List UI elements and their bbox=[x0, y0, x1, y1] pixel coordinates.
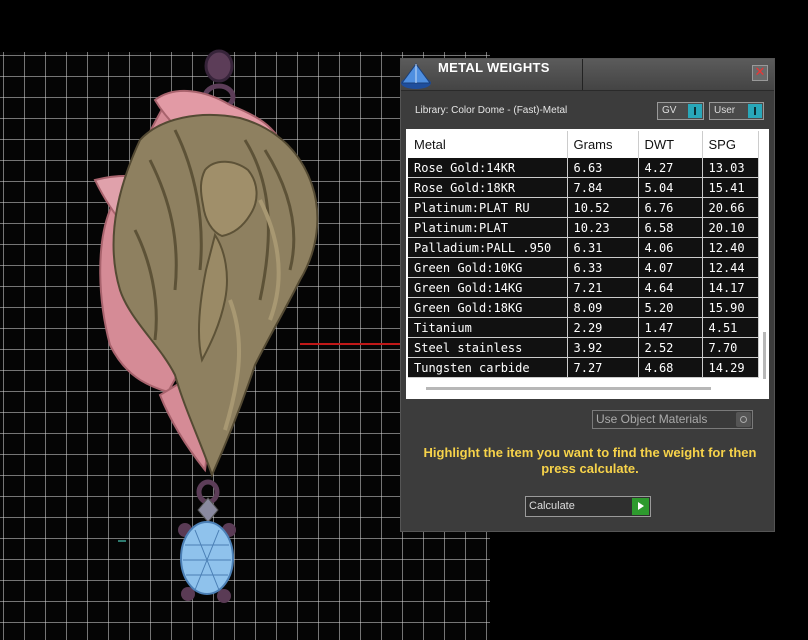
spg-cell: 14.17 bbox=[702, 277, 759, 298]
dwt-cell: 1.47 bbox=[638, 317, 703, 338]
spg-cell: 7.70 bbox=[702, 337, 759, 358]
calculate-button[interactable]: Calculate bbox=[525, 496, 651, 517]
pendant-model[interactable] bbox=[0, 0, 400, 640]
metal-weights-table: Metal Grams DWT SPG Rose Gold:14KR 6.63 4.… bbox=[408, 131, 759, 378]
table-row[interactable]: Tungsten carbide 7.27 4.68 14.29 bbox=[408, 357, 759, 378]
instruction-text: Highlight the item you want to find the … bbox=[423, 445, 757, 476]
play-arrow-icon bbox=[632, 498, 649, 515]
metal-cell: Green Gold:10KG bbox=[408, 257, 568, 278]
pear-gemstone bbox=[180, 521, 234, 595]
table-row[interactable]: Palladium:PALL .950 6.31 4.06 12.40 bbox=[408, 237, 759, 258]
titlebar-divider bbox=[582, 59, 583, 90]
close-icon: ✕ bbox=[754, 65, 766, 80]
dwt-cell: 6.76 bbox=[638, 197, 703, 218]
panel-titlebar[interactable]: METAL WEIGHTS ✕ bbox=[401, 59, 774, 91]
panel-title: METAL WEIGHTS bbox=[438, 60, 550, 75]
table-row[interactable]: Platinum:PLAT RU 10.52 6.76 20.66 bbox=[408, 197, 759, 218]
spg-cell: 13.03 bbox=[702, 158, 759, 178]
metal-cell: Palladium:PALL .950 bbox=[408, 237, 568, 258]
spg-cell: 14.29 bbox=[702, 357, 759, 378]
dwt-cell: 6.58 bbox=[638, 217, 703, 238]
dwt-cell: 5.20 bbox=[638, 297, 703, 318]
table-row[interactable]: Rose Gold:18KR 7.84 5.04 15.41 bbox=[408, 177, 759, 198]
cone-dome-icon bbox=[401, 63, 431, 89]
spg-cell: 20.10 bbox=[702, 217, 759, 238]
column-header-dwt[interactable]: DWT bbox=[638, 131, 703, 158]
spg-cell: 12.44 bbox=[702, 257, 759, 278]
library-label: Library: Color Dome - (Fast)-Metal bbox=[415, 105, 568, 116]
metal-cell: Platinum:PLAT RU bbox=[408, 197, 568, 218]
metal-table-container[interactable]: Metal Grams DWT SPG Rose Gold:14KR 6.63 4.… bbox=[406, 129, 769, 399]
close-button[interactable]: ✕ bbox=[752, 65, 768, 81]
table-row[interactable]: Green Gold:10KG 6.33 4.07 12.44 bbox=[408, 257, 759, 278]
gv-toggle-label: GV bbox=[662, 105, 677, 116]
grams-cell: 10.23 bbox=[567, 217, 639, 238]
grams-cell: 7.27 bbox=[567, 357, 639, 378]
user-toggle[interactable]: User bbox=[709, 102, 764, 120]
dwt-cell: 5.04 bbox=[638, 177, 703, 198]
spg-cell: 15.41 bbox=[702, 177, 759, 198]
metal-cell: Green Gold:18KG bbox=[408, 297, 568, 318]
use-object-materials-label: Use Object Materials bbox=[596, 412, 708, 426]
metal-cell: Rose Gold:18KR bbox=[408, 177, 568, 198]
dwt-cell: 4.06 bbox=[638, 237, 703, 258]
grams-cell: 6.31 bbox=[567, 237, 639, 258]
table-row[interactable]: Platinum:PLAT 10.23 6.58 20.10 bbox=[408, 217, 759, 238]
horizontal-scrollbar[interactable] bbox=[406, 379, 769, 395]
spg-cell: 15.90 bbox=[702, 297, 759, 318]
metal-cell: Tungsten carbide bbox=[408, 357, 568, 378]
table-row[interactable]: Steel stainless 3.92 2.52 7.70 bbox=[408, 337, 759, 358]
table-row[interactable]: Titanium 2.29 1.47 4.51 bbox=[408, 317, 759, 338]
gv-toggle[interactable]: GV bbox=[657, 102, 704, 120]
grams-cell: 6.33 bbox=[567, 257, 639, 278]
dwt-cell: 4.27 bbox=[638, 158, 703, 178]
grams-cell: 8.09 bbox=[567, 297, 639, 318]
metal-cell: Rose Gold:14KR bbox=[408, 158, 568, 178]
radio-knob-icon bbox=[736, 412, 751, 427]
table-row[interactable]: Green Gold:14KG 7.21 4.64 14.17 bbox=[408, 277, 759, 298]
grams-cell: 7.84 bbox=[567, 177, 639, 198]
column-header-grams[interactable]: Grams bbox=[567, 131, 639, 158]
toggle-knob-icon bbox=[748, 104, 762, 118]
use-object-materials-option[interactable]: Use Object Materials bbox=[592, 410, 753, 429]
vertical-scrollbar[interactable] bbox=[761, 157, 769, 399]
horizontal-scroll-thumb[interactable] bbox=[426, 387, 711, 390]
table-row[interactable]: Rose Gold:14KR 6.63 4.27 13.03 bbox=[408, 158, 759, 178]
table-row[interactable]: Green Gold:18KG 8.09 5.20 15.90 bbox=[408, 297, 759, 318]
bail-loop bbox=[204, 49, 234, 83]
spg-cell: 4.51 bbox=[702, 317, 759, 338]
grams-cell: 3.92 bbox=[567, 337, 639, 358]
grams-cell: 7.21 bbox=[567, 277, 639, 298]
spg-cell: 20.66 bbox=[702, 197, 759, 218]
user-toggle-label: User bbox=[714, 105, 736, 116]
column-header-spg[interactable]: SPG bbox=[702, 131, 759, 158]
metal-cell: Titanium bbox=[408, 317, 568, 338]
dwt-cell: 4.68 bbox=[638, 357, 703, 378]
spg-cell: 12.40 bbox=[702, 237, 759, 258]
metal-cell: Green Gold:14KG bbox=[408, 277, 568, 298]
dwt-cell: 4.64 bbox=[638, 277, 703, 298]
grams-cell: 10.52 bbox=[567, 197, 639, 218]
dwt-cell: 4.07 bbox=[638, 257, 703, 278]
calculate-label: Calculate bbox=[529, 500, 575, 512]
toggle-knob-icon bbox=[688, 104, 702, 118]
metal-cell: Platinum:PLAT bbox=[408, 217, 568, 238]
metal-weights-panel: METAL WEIGHTS ✕ Library: Color Dome - (F… bbox=[400, 58, 775, 532]
metal-cell: Steel stainless bbox=[408, 337, 568, 358]
grams-cell: 6.63 bbox=[567, 158, 639, 178]
grams-cell: 2.29 bbox=[567, 317, 639, 338]
column-header-metal[interactable]: Metal bbox=[408, 131, 568, 158]
dwt-cell: 2.52 bbox=[638, 337, 703, 358]
